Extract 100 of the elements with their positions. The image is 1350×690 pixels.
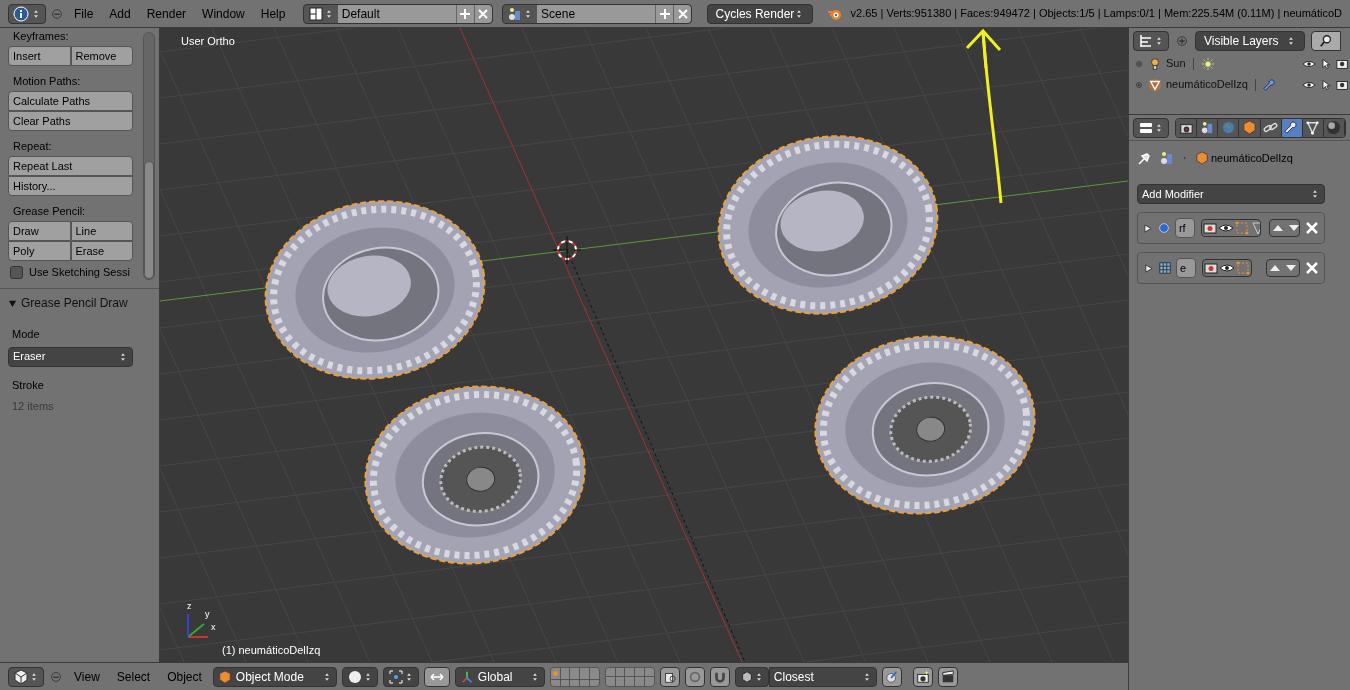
object-name: neumáticoDelIzq — [1211, 150, 1293, 166]
tool-button[interactable]: Draw — [8, 221, 71, 241]
add-modifier-dropdown[interactable]: Add Modifier — [1137, 184, 1325, 204]
axis-gizmo-icon — [187, 613, 209, 638]
editor-type-button[interactable] — [1133, 30, 1169, 51]
checkbox-label: Use Sketching Sessi — [29, 264, 130, 280]
tool-button[interactable]: Poly — [8, 241, 71, 261]
checkbox[interactable] — [10, 265, 23, 279]
tool-button[interactable]: Clear Paths — [8, 111, 133, 131]
panel-header[interactable]: Grease Pencil Draw — [8, 295, 151, 311]
snap-target-dropdown[interactable]: Closest — [768, 666, 877, 687]
data-icon — [1305, 120, 1321, 135]
cursor-icon[interactable] — [1320, 56, 1332, 71]
grid-icon — [1158, 261, 1172, 275]
pivot-icon — [387, 668, 404, 685]
cube-icon — [1195, 151, 1209, 165]
camera-icon[interactable] — [1203, 260, 1219, 276]
cube-icon — [217, 669, 232, 684]
tool-button[interactable]: Calculate Paths — [8, 91, 133, 111]
axis-label: x — [211, 623, 216, 632]
modifiers-icon — [1284, 120, 1300, 135]
mode-label: Mode — [11, 327, 41, 342]
sphere-icon — [1156, 221, 1171, 235]
material-tab[interactable] — [1323, 118, 1345, 137]
section-heading: Motion Paths: — [12, 74, 82, 89]
expand-toggle[interactable] — [1142, 221, 1153, 235]
tool-button[interactable]: Erase — [70, 241, 133, 261]
menu-item[interactable]: Add — [103, 4, 137, 23]
section-heading: Keyframes: — [12, 29, 70, 44]
scrollbar-track[interactable] — [143, 32, 155, 280]
circle-icon — [687, 669, 702, 684]
data-tab[interactable] — [1302, 118, 1324, 137]
world-icon — [1220, 120, 1236, 135]
align-rotation-button[interactable] — [881, 666, 902, 687]
search-button[interactable] — [1311, 30, 1341, 51]
orientation-dropdown[interactable]: Global — [454, 666, 545, 687]
cube-icon — [739, 669, 754, 684]
tool-button[interactable]: Line — [70, 221, 133, 241]
object-name[interactable]: Sun — [1166, 55, 1186, 72]
menu-item[interactable]: Window — [196, 4, 251, 23]
axis-label: z — [187, 602, 192, 611]
constraints-icon — [1263, 120, 1279, 135]
menu-item[interactable]: Help — [254, 4, 292, 23]
tool-button[interactable]: Insert — [8, 46, 71, 66]
view-label: User Ortho — [181, 34, 235, 49]
menu-item[interactable]: Object — [161, 667, 208, 686]
mode-dropdown[interactable]: Eraser — [8, 346, 133, 367]
material-icon — [1326, 120, 1342, 135]
modifier-name-field[interactable]: rf — [1174, 218, 1195, 238]
object-tab[interactable] — [1239, 118, 1261, 137]
scrollbar-thumb[interactable] — [144, 161, 154, 279]
axes-icon — [459, 669, 474, 684]
display-mode-dropdown[interactable]: Visible Layers — [1195, 30, 1305, 51]
proportional-button[interactable] — [684, 666, 705, 687]
snap-button[interactable] — [709, 666, 730, 687]
modifier-name-field[interactable]: e — [1176, 258, 1196, 278]
mode-dropdown[interactable]: Object Mode — [212, 666, 337, 687]
axis-label: y — [205, 610, 210, 619]
render-button[interactable] — [912, 666, 933, 687]
scene-statistics: v2.65 | Verts:951380 | Faces:949472 | Objects:1/5 | Lamps:0/1 | Mem:225.54M (0.11M) | neumáticoD — [850, 6, 1342, 22]
menu-item[interactable]: Select — [110, 667, 157, 686]
menu-item[interactable]: View — [68, 667, 106, 686]
stroke-label: Stroke — [11, 377, 45, 393]
pin-icon[interactable] — [1137, 150, 1153, 166]
object-name[interactable]: neumáticoDelIzq — [1166, 76, 1248, 93]
render-tab[interactable] — [1176, 118, 1198, 137]
cursor-icon[interactable] — [1320, 77, 1332, 92]
snap-element-dropdown[interactable] — [734, 666, 769, 687]
render-engine-dropdown[interactable]: Cycles Render — [706, 3, 814, 24]
pivot-dropdown[interactable] — [382, 666, 419, 687]
tool-button[interactable]: Repeat Last — [8, 156, 133, 176]
constraints-tab[interactable] — [1260, 118, 1282, 137]
sun-icon — [1200, 56, 1215, 71]
wrench-icon[interactable] — [1262, 77, 1277, 92]
sphere-icon — [346, 668, 363, 685]
render-animation-button[interactable] — [937, 666, 958, 687]
menu-item[interactable]: Render — [140, 4, 193, 23]
menu-item[interactable]: File — [68, 4, 100, 23]
tool-button[interactable]: History... — [8, 176, 133, 196]
3d-viewport[interactable]: User Ortho z y x (1) neumáticoDelIzq — [160, 28, 1128, 662]
outliner-row[interactable]: Sun — [1129, 53, 1350, 74]
section-heading: Repeat: — [12, 139, 53, 154]
shading-dropdown[interactable] — [341, 666, 378, 687]
editor-type-button[interactable] — [8, 666, 44, 687]
camera-icon[interactable] — [1201, 220, 1218, 236]
tool-button[interactable]: Remove — [70, 46, 133, 66]
scene-tab[interactable] — [1197, 118, 1219, 137]
editor-type-button[interactable] — [8, 3, 46, 24]
lock-button[interactable] — [659, 666, 680, 687]
outliner-row[interactable]: neumáticoDelIzq — [1129, 74, 1350, 95]
modifiers-tab[interactable] — [1281, 118, 1303, 137]
cube-icon — [13, 668, 29, 685]
section-heading: Grease Pencil: — [12, 204, 87, 219]
object-icon — [1241, 120, 1257, 135]
disc-icon — [884, 669, 899, 684]
expand-toggle[interactable] — [1142, 261, 1154, 275]
disclosure-triangle-icon — [8, 298, 17, 308]
manipulator-button[interactable] — [423, 666, 450, 687]
editor-type-button[interactable] — [1133, 117, 1169, 138]
scene-icon — [1159, 150, 1175, 166]
